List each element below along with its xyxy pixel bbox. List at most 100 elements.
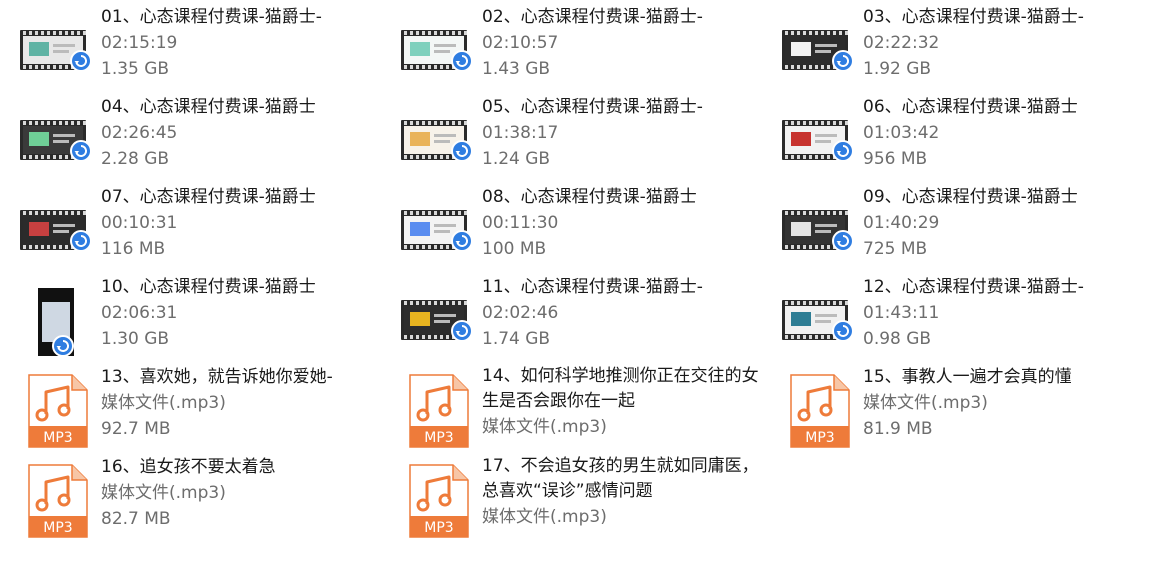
file-info: 16、追女孩不要太着急 媒体文件(.mp3) 82.7 MB xyxy=(101,454,356,532)
player-badge-icon xyxy=(70,140,92,162)
file-name: 10、心态课程付费课-猫爵士 xyxy=(101,277,316,297)
file-info: 13、喜欢她，就告诉她你爱她- 媒体文件(.mp3) 92.7 MB xyxy=(101,364,356,442)
file-item[interactable]: 07、心态课程付费课-猫爵士 00:10:31 116 MB xyxy=(0,184,360,272)
video-file-icon xyxy=(401,100,473,176)
file-size: 81.9 MB xyxy=(863,419,933,439)
file-name: 03、心态课程付费课-猫爵士- xyxy=(863,7,1084,27)
file-info: 02、心态课程付费课-猫爵士- 02:10:57 1.43 GB xyxy=(482,4,737,82)
video-file-icon xyxy=(401,10,473,86)
file-size: 725 MB xyxy=(863,239,928,259)
file-name: 11、心态课程付费课-猫爵士- xyxy=(482,277,703,297)
file-item[interactable]: 04、心态课程付费课-猫爵士 02:26:45 2.28 GB xyxy=(0,94,360,182)
file-info: 09、心态课程付费课-猫爵士 01:40:29 725 MB xyxy=(863,184,1118,262)
mp3-file-icon: MP3 xyxy=(401,370,473,448)
file-grid: 01、心态课程付费课-猫爵士- 02:15:19 1.35 GB 02、心态课程付费课… xyxy=(0,0,1161,569)
video-file-icon xyxy=(401,280,473,356)
file-info: 01、心态课程付费课-猫爵士- 02:15:19 1.35 GB xyxy=(101,4,356,82)
file-info: 06、心态课程付费课-猫爵士 01:03:42 956 MB xyxy=(863,94,1118,172)
video-file-icon xyxy=(401,190,473,266)
file-duration: 00:10:31 xyxy=(101,213,178,233)
file-info: 05、心态课程付费课-猫爵士- 01:38:17 1.24 GB xyxy=(482,94,737,172)
file-info: 15、事教人一遍才会真的懂 媒体文件(.mp3) 81.9 MB xyxy=(863,364,1118,442)
mp3-label: MP3 xyxy=(43,430,73,446)
file-size: 956 MB xyxy=(863,149,928,169)
file-name: 07、心态课程付费课-猫爵士 xyxy=(101,187,316,207)
file-type: 媒体文件(.mp3) xyxy=(863,393,988,413)
file-item[interactable]: 09、心态课程付费课-猫爵士 01:40:29 725 MB xyxy=(762,184,1122,272)
file-duration: 01:38:17 xyxy=(482,123,559,143)
player-badge-icon xyxy=(832,320,854,342)
file-type: 媒体文件(.mp3) xyxy=(101,393,226,413)
file-item[interactable]: 10、心态课程付费课-猫爵士 02:06:31 1.30 GB xyxy=(0,274,360,362)
file-item[interactable]: 06、心态课程付费课-猫爵士 01:03:42 956 MB xyxy=(762,94,1122,182)
file-duration: 01:03:42 xyxy=(863,123,940,143)
video-file-icon xyxy=(782,190,854,266)
file-item[interactable]: 12、心态课程付费课-猫爵士- 01:43:11 0.98 GB xyxy=(762,274,1122,362)
file-item[interactable]: 05、心态课程付费课-猫爵士- 01:38:17 1.24 GB xyxy=(381,94,741,182)
file-size: 1.24 GB xyxy=(482,149,551,169)
file-type: 媒体文件(.mp3) xyxy=(482,507,607,527)
file-size: 100 MB xyxy=(482,239,547,259)
file-name: 16、追女孩不要太着急 xyxy=(101,457,276,477)
file-name: 06、心态课程付费课-猫爵士 xyxy=(863,97,1078,117)
player-badge-icon xyxy=(52,335,74,357)
file-item[interactable]: MP3 14、如何科学地推测你正在交往的女生是否会跟你在一起媒体文件(.mp3) xyxy=(381,364,759,452)
file-size: 1.30 GB xyxy=(101,329,170,349)
file-size: 1.74 GB xyxy=(482,329,551,349)
player-badge-icon xyxy=(70,230,92,252)
file-item[interactable]: MP3 15、事教人一遍才会真的懂 媒体文件(.mp3) 81.9 MB xyxy=(762,364,1122,452)
player-badge-icon xyxy=(832,230,854,252)
file-info: 08、心态课程付费课-猫爵士 00:11:30 100 MB xyxy=(482,184,737,262)
mp3-file-icon: MP3 xyxy=(401,460,473,538)
file-size: 1.43 GB xyxy=(482,59,551,79)
file-duration: 02:10:57 xyxy=(482,33,559,53)
file-item[interactable]: MP3 16、追女孩不要太着急 媒体文件(.mp3) 82.7 MB xyxy=(0,454,360,542)
mp3-label: MP3 xyxy=(424,520,454,536)
file-type: 媒体文件(.mp3) xyxy=(482,417,607,437)
file-size: 116 MB xyxy=(101,239,166,259)
file-duration: 02:15:19 xyxy=(101,33,178,53)
file-item[interactable]: 03、心态课程付费课-猫爵士- 02:22:32 1.92 GB xyxy=(762,4,1122,92)
file-name: 05、心态课程付费课-猫爵士- xyxy=(482,97,703,117)
file-item[interactable]: 11、心态课程付费课-猫爵士- 02:02:46 1.74 GB xyxy=(381,274,741,362)
video-file-icon xyxy=(782,100,854,176)
video-file-icon xyxy=(782,280,854,356)
file-item[interactable]: 08、心态课程付费课-猫爵士 00:11:30 100 MB xyxy=(381,184,741,272)
file-info: 10、心态课程付费课-猫爵士 02:06:31 1.30 GB xyxy=(101,274,356,352)
mp3-file-icon: MP3 xyxy=(782,370,854,448)
file-item[interactable]: MP3 17、不会追女孩的男生就如同庸医，总喜欢“误诊”感情问题 媒体文件(.mp3… xyxy=(381,454,759,542)
file-name: 15、事教人一遍才会真的懂 xyxy=(863,367,1072,387)
file-duration: 02:02:46 xyxy=(482,303,559,323)
file-duration: 02:22:32 xyxy=(863,33,940,53)
file-type: 媒体文件(.mp3) xyxy=(101,483,226,503)
video-file-icon xyxy=(782,10,854,86)
file-size: 2.28 GB xyxy=(101,149,170,169)
file-item[interactable]: MP3 13、喜欢她，就告诉她你爱她- 媒体文件(.mp3) 92.7 MB xyxy=(0,364,360,452)
player-badge-icon xyxy=(832,50,854,72)
mp3-label: MP3 xyxy=(43,520,73,536)
file-info: 17、不会追女孩的男生就如同庸医，总喜欢“误诊”感情问题 媒体文件(.mp3) xyxy=(482,454,759,530)
mp3-file-icon: MP3 xyxy=(20,460,92,538)
file-name: 12、心态课程付费课-猫爵士- xyxy=(863,277,1084,297)
file-duration: 00:11:30 xyxy=(482,213,559,233)
file-duration: 01:40:29 xyxy=(863,213,940,233)
file-info: 07、心态课程付费课-猫爵士 00:10:31 116 MB xyxy=(101,184,356,262)
file-size: 82.7 MB xyxy=(101,509,171,529)
file-duration: 02:26:45 xyxy=(101,123,178,143)
file-info: 14、如何科学地推测你正在交往的女生是否会跟你在一起媒体文件(.mp3) xyxy=(482,364,759,440)
file-size: 92.7 MB xyxy=(101,419,171,439)
file-name: 13、喜欢她，就告诉她你爱她- xyxy=(101,367,333,387)
file-name: 08、心态课程付费课-猫爵士 xyxy=(482,187,697,207)
file-size: 1.35 GB xyxy=(101,59,170,79)
file-name: 01、心态课程付费课-猫爵士- xyxy=(101,7,322,27)
file-item[interactable]: 02、心态课程付费课-猫爵士- 02:10:57 1.43 GB xyxy=(381,4,741,92)
file-name: 14、如何科学地推测你正在交往的女生是否会跟你在一起 xyxy=(482,366,759,411)
file-info: 12、心态课程付费课-猫爵士- 01:43:11 0.98 GB xyxy=(863,274,1118,352)
file-duration: 02:06:31 xyxy=(101,303,178,323)
file-info: 03、心态课程付费课-猫爵士- 02:22:32 1.92 GB xyxy=(863,4,1118,82)
file-item[interactable]: 01、心态课程付费课-猫爵士- 02:15:19 1.35 GB xyxy=(0,4,360,92)
video-file-icon xyxy=(20,10,92,86)
mp3-label: MP3 xyxy=(805,430,835,446)
file-size: 0.98 GB xyxy=(863,329,932,349)
mp3-file-icon: MP3 xyxy=(20,370,92,448)
